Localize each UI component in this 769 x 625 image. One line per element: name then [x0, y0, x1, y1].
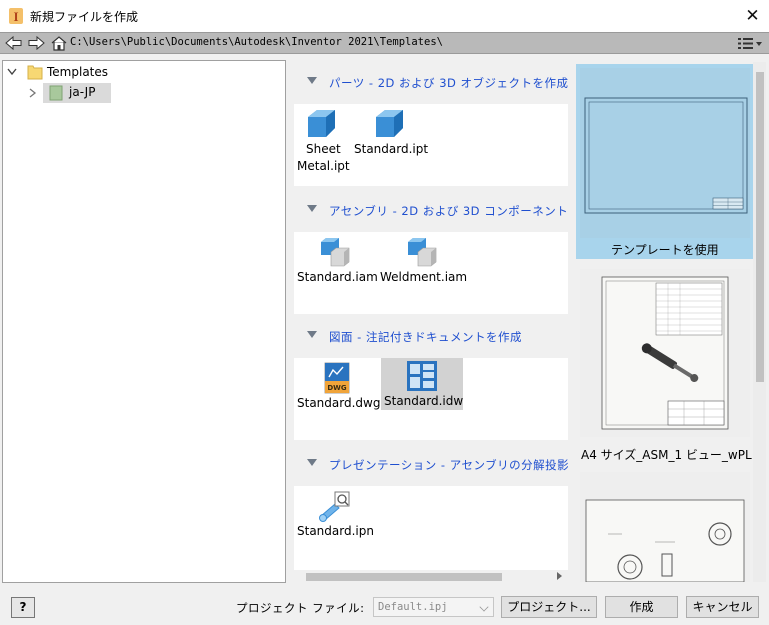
- tree-item-templates[interactable]: Templates: [3, 63, 283, 83]
- project-file-label: プロジェクト ファイル:: [236, 601, 365, 615]
- section-header-assemblies[interactable]: アセンブリ - 2D および 3D コンポーネント: [294, 190, 568, 230]
- horizontal-scrollbar[interactable]: [294, 570, 568, 584]
- collapse-arrow-icon[interactable]: [307, 331, 317, 338]
- assembly-icon: [408, 238, 437, 267]
- folder-tree-pane: Templates ja-JP: [2, 60, 286, 583]
- tree-label-templates: Templates: [47, 65, 109, 79]
- preview-label: テンプレートを使用: [611, 243, 719, 257]
- project-file-select[interactable]: Default.ipj: [373, 597, 494, 617]
- scrollbar-thumb[interactable]: [306, 573, 502, 581]
- tile-label: Standard.ipt: [354, 142, 429, 156]
- cancel-button[interactable]: キャンセル: [686, 596, 759, 618]
- chevron-down-icon[interactable]: [7, 68, 17, 76]
- preview-label: A4 サイズ_ASM_1 ビュー_wPL: [581, 448, 752, 462]
- project-file-value: Default.ipj: [378, 601, 448, 613]
- svg-text:DWG: DWG: [327, 384, 347, 392]
- title-bar: I 新規ファイルを作成 ✕: [0, 0, 769, 32]
- template-tile-standard-idw[interactable]: Standard.idw: [381, 358, 463, 410]
- collapse-arrow-icon[interactable]: [307, 459, 317, 466]
- address-bar: C:\Users\Public\Documents\Autodesk\Inven…: [0, 32, 769, 54]
- help-icon: ?: [19, 600, 27, 614]
- scrollbar-thumb[interactable]: [756, 72, 764, 382]
- vertical-scrollbar[interactable]: [753, 62, 766, 582]
- blank-template-thumbnail: [580, 68, 750, 238]
- section-header-parts[interactable]: パーツ - 2D および 3D オブジェクトを作成: [294, 62, 568, 102]
- projects-button[interactable]: プロジェクト...: [501, 596, 597, 618]
- preview-card-use-template[interactable]: テンプレートを使用: [576, 64, 754, 259]
- scroll-right-icon[interactable]: [557, 572, 562, 580]
- svg-text:I: I: [13, 9, 18, 24]
- tree-item-ja-jp[interactable]: ja-JP: [25, 83, 111, 103]
- window-title: 新規ファイルを作成: [30, 10, 139, 24]
- tree-label-ja-jp: ja-JP: [69, 85, 96, 99]
- section-header-presentations[interactable]: プレゼンテーション - アセンブリの分解投影: [294, 444, 568, 484]
- close-icon: ✕: [745, 6, 760, 26]
- tile-label: Standard.ipn: [297, 524, 374, 538]
- preview-pane: テンプレートを使用 A4 サイズ_ASM_1 ビュー_wPL: [576, 62, 766, 582]
- assembly-icon: [321, 238, 350, 267]
- back-arrow-icon[interactable]: [5, 35, 23, 51]
- part-cube-icon: [308, 110, 335, 137]
- section-body-assemblies: Standard.iam Weldment.iam: [294, 232, 568, 314]
- home-icon[interactable]: [50, 35, 68, 51]
- tile-label: Standard.idw: [384, 394, 464, 408]
- inventor-app-icon: I: [9, 8, 23, 24]
- presentation-icon: [319, 491, 350, 522]
- folder-icon: [49, 85, 63, 101]
- template-list-pane: パーツ - 2D および 3D オブジェクトを作成 Sheet Metal.ip…: [294, 60, 568, 570]
- close-button[interactable]: ✕: [736, 0, 769, 32]
- tile-label: Standard.iam: [297, 270, 378, 284]
- template-tile-standard-dwg[interactable]: DWG Standard.dwg: [295, 360, 381, 416]
- section-body-parts: Sheet Metal.ipt Standard.ipt: [294, 104, 568, 186]
- folder-icon: [27, 65, 43, 80]
- section-title-assemblies: アセンブリ - 2D および 3D コンポーネント: [329, 204, 568, 218]
- collapse-arrow-icon[interactable]: [307, 205, 317, 212]
- part-cube-icon: [376, 110, 403, 137]
- section-title-presentations: プレゼンテーション - アセンブリの分解投影: [329, 458, 568, 472]
- template-tile-standard-iam[interactable]: Standard.iam: [295, 234, 378, 290]
- tile-label: Standard.dwg: [297, 396, 381, 410]
- template-tile-standard-ipt[interactable]: Standard.ipt: [349, 106, 431, 162]
- section-body-presentations: Standard.ipn: [294, 486, 568, 570]
- chevron-right-icon[interactable]: [29, 88, 37, 98]
- section-body-drawings: DWG Standard.dwg Standard.idw: [294, 358, 568, 440]
- a4-drawing-thumbnail: [580, 269, 750, 437]
- collapse-arrow-icon[interactable]: [307, 77, 317, 84]
- idw-drawing-icon: [407, 361, 437, 391]
- section-header-drawings[interactable]: 図面 - 注記付きドキュメントを作成: [294, 316, 568, 356]
- section-title-drawings: 図面 - 注記付きドキュメントを作成: [329, 330, 522, 344]
- path-text[interactable]: C:\Users\Public\Documents\Autodesk\Inven…: [70, 36, 443, 48]
- template-tile-weldment-iam[interactable]: Weldment.iam: [380, 234, 468, 290]
- template-tile-standard-ipn[interactable]: Standard.ipn: [295, 488, 377, 544]
- chevron-down-icon: [479, 602, 489, 612]
- view-menu-icon[interactable]: [736, 36, 764, 51]
- preview-card-a4-asm[interactable]: A4 サイズ_ASM_1 ビュー_wPL: [576, 267, 754, 467]
- help-button[interactable]: ?: [11, 597, 35, 618]
- layout-drawing-thumbnail: [580, 472, 750, 582]
- bottom-bar: ? プロジェクト ファイル: Default.ipj プロジェクト... 作成 …: [0, 590, 769, 625]
- section-title-parts: パーツ - 2D および 3D オブジェクトを作成: [329, 76, 568, 90]
- forward-arrow-icon[interactable]: [27, 35, 45, 51]
- create-button[interactable]: 作成: [605, 596, 678, 618]
- dwg-drawing-icon: DWG: [324, 362, 350, 394]
- tile-label: Weldment.iam: [380, 270, 468, 284]
- preview-card-layout[interactable]: [576, 472, 754, 582]
